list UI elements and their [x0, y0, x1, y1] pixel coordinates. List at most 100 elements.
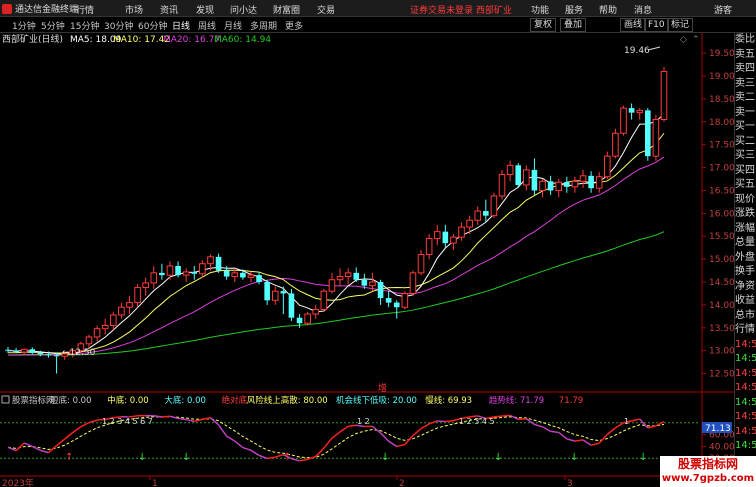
- menu-item-function[interactable]: 功能: [531, 3, 549, 16]
- side-panel-row: 14:5: [735, 411, 756, 422]
- trend-line-segment: [88, 419, 98, 424]
- candle-body: [320, 290, 328, 310]
- trend-line-segment: [550, 430, 559, 434]
- adjust-button[interactable]: 复权: [530, 18, 557, 32]
- candle-body: [231, 272, 239, 278]
- kline-chart[interactable]: 19.50 19.00 18.50 18.00 17.50 17.00 16.50 16.00…: [0, 0, 756, 487]
- mark-button[interactable]: 标记: [667, 18, 694, 32]
- side-panel-row: 现价: [735, 193, 755, 205]
- period-weekly[interactable]: 周线: [198, 19, 216, 32]
- candle-body: [328, 279, 336, 292]
- trend-line-segment: [590, 442, 600, 447]
- menu-item-help[interactable]: 帮助: [599, 3, 617, 16]
- trend-line-segment: [534, 423, 543, 428]
- trend-line-segment: [217, 424, 228, 437]
- price-tick-label: 16.00: [709, 209, 735, 219]
- candle-body: [264, 282, 270, 301]
- side-panel-row: 14:5: [735, 396, 756, 408]
- candle-body: [336, 276, 344, 281]
- side-panel-row: 买一: [735, 121, 755, 132]
- trend-line-segment: [437, 420, 446, 423]
- trend-line-segment: [31, 445, 41, 452]
- signal-arrow: ↓: [494, 452, 502, 463]
- menu-item-service[interactable]: 服务: [565, 3, 583, 16]
- trend-line-segment: [169, 415, 179, 420]
- menu-item-message[interactable]: 消息: [634, 3, 652, 16]
- menu-item-trade[interactable]: 交易: [317, 3, 335, 16]
- price-tick-label: 14.50: [709, 278, 735, 288]
- candle-body: [506, 164, 514, 175]
- period-1min[interactable]: 1分钟: [12, 19, 36, 32]
- main-legend-item: MA60: 14.94: [214, 35, 271, 45]
- f10-button[interactable]: F10: [644, 18, 669, 32]
- price-tick-label: 15.00: [709, 255, 735, 265]
- menu-item-news[interactable]: 资讯: [160, 3, 178, 16]
- candle-body: [636, 109, 644, 114]
- candle-body: [425, 238, 433, 256]
- period-monthly[interactable]: 月线: [224, 19, 242, 32]
- side-panel-row: 委比: [735, 34, 755, 45]
- period-15min[interactable]: 15分钟: [70, 19, 99, 32]
- price-tick-label: 16.50: [709, 186, 735, 196]
- candle-body: [458, 226, 465, 238]
- trend-line-segment: [558, 431, 568, 440]
- watermark-line2: www.7gpzb.com: [661, 473, 755, 484]
- price-tick-label: 17.00: [709, 164, 735, 174]
- watermark-line1: 股票指标网: [677, 457, 738, 471]
- trend-line-segment: [177, 417, 187, 421]
- menu-item-wealth[interactable]: 财富圈: [273, 3, 300, 16]
- side-panel-row: 买二: [735, 135, 755, 147]
- period-60min[interactable]: 60分钟: [138, 19, 167, 32]
- signal-arrow: ↓: [138, 452, 146, 463]
- side-panel-row: 涨跌: [735, 208, 755, 219]
- candle-body: [53, 355, 60, 357]
- candle-body: [652, 119, 660, 157]
- indicator-tick-label: 40.00: [709, 442, 735, 452]
- candle-body: [361, 279, 368, 286]
- trend-line-segment: [615, 422, 624, 429]
- candle-body: [223, 270, 230, 277]
- period-more[interactable]: 更多: [285, 19, 303, 32]
- trend-line-segment: [518, 418, 527, 421]
- trend-line-segment: [493, 415, 503, 418]
- count-label: 1 2: [357, 417, 370, 426]
- period-daily[interactable]: 日线: [172, 19, 190, 32]
- trend-line-segment: [186, 418, 195, 423]
- menu-item-ask[interactable]: 问小达: [230, 3, 257, 16]
- trend-line-segment: [371, 425, 382, 434]
- menu-item-market[interactable]: 市场: [125, 3, 143, 16]
- trend-line-segment: [226, 435, 236, 442]
- app-logo-icon: [2, 3, 12, 14]
- period-30min[interactable]: 30分钟: [104, 19, 133, 32]
- side-panel-row: 卖一: [735, 106, 755, 118]
- trend-line-segment: [525, 418, 535, 426]
- side-panel-row: 14:5: [735, 440, 756, 451]
- side-panel-row: 行情: [735, 324, 755, 335]
- menu-item-guest[interactable]: 游客: [714, 3, 732, 16]
- candle-body: [483, 211, 489, 216]
- trend-line-segment: [501, 414, 511, 417]
- price-tick-label: 13.50: [709, 324, 735, 334]
- signal-arrow: ↑: [65, 452, 73, 463]
- price-tick-label: 12.50: [709, 370, 735, 380]
- overlay-button[interactable]: 叠加: [560, 18, 587, 32]
- side-panel-row: 净资: [735, 280, 755, 292]
- candle-body: [620, 107, 627, 134]
- candle-body: [134, 287, 141, 304]
- indicator-legend-item: 绝对底: [222, 395, 248, 406]
- menu-item-discover[interactable]: 发现: [196, 3, 214, 16]
- candle-body: [288, 293, 295, 318]
- period-5min[interactable]: 5分钟: [41, 19, 65, 32]
- side-panel-row: 总量: [735, 237, 755, 248]
- count-label: 1: [624, 417, 629, 426]
- draw-button[interactable]: 画线: [620, 18, 647, 32]
- side-panel-row: 14:5: [735, 338, 756, 350]
- login-notice[interactable]: 证券交易未登录 西部矿业: [410, 3, 512, 16]
- ma10-line: [7, 132, 665, 354]
- candle-body: [93, 328, 101, 338]
- menu-item-quotes[interactable]: 行情: [76, 3, 94, 16]
- trend-line-segment: [396, 443, 406, 448]
- indicator-legend-item: 71.79: [559, 396, 583, 406]
- price-tick-label: 19.00: [709, 72, 735, 82]
- period-multi[interactable]: 多周期: [250, 19, 277, 32]
